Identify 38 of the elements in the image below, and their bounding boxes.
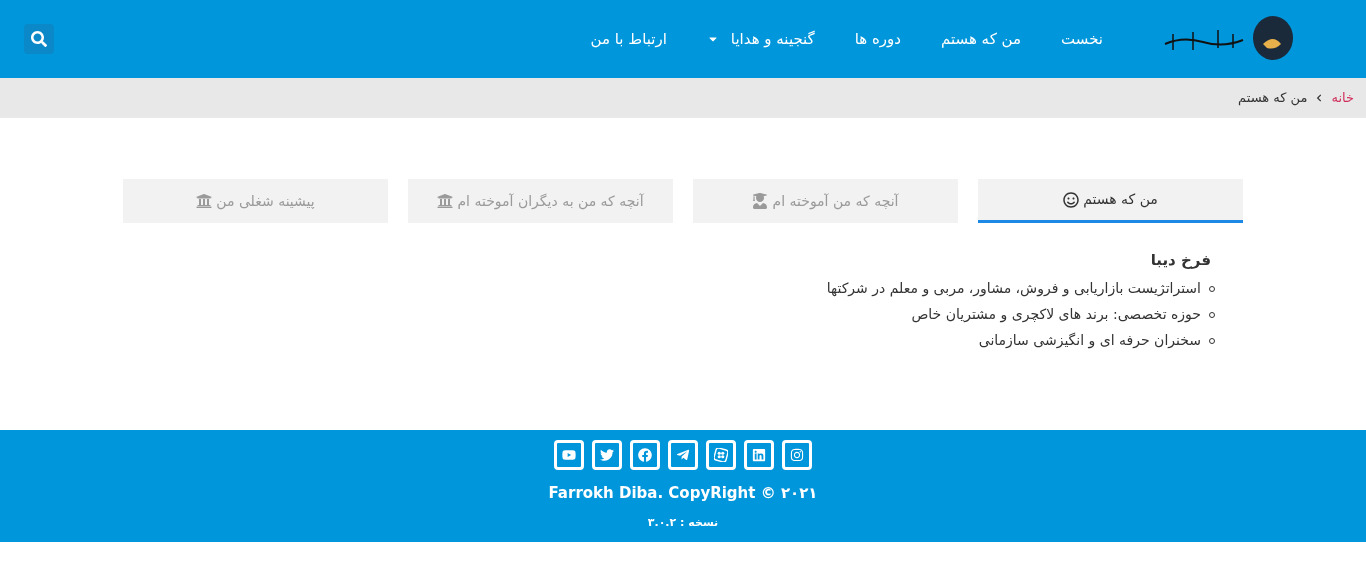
- nav-link[interactable]: من که هستم: [941, 27, 1022, 51]
- facebook-icon: [638, 448, 652, 462]
- tab[interactable]: آنچه که من آموخته ام: [693, 179, 958, 223]
- instagram-icon: [790, 448, 804, 462]
- social-link[interactable]: [668, 440, 698, 470]
- twitter-icon: [600, 448, 614, 462]
- social-link[interactable]: [554, 440, 584, 470]
- copyright-text: Farrokh Diba. CopyRight © ۲۰۲۱: [548, 483, 818, 504]
- breadcrumb-link[interactable]: خانه: [1331, 88, 1354, 108]
- breadcrumb-current: من که هستم: [1238, 89, 1308, 108]
- telegram-icon: [676, 448, 690, 462]
- flower-icon: [714, 448, 728, 462]
- tab[interactable]: آنچه که من به دیگران آموخته ام: [408, 179, 673, 223]
- youtube-icon: [562, 448, 576, 462]
- linkedin-icon: [752, 448, 766, 462]
- search-icon: [31, 31, 47, 47]
- nav-link[interactable]: ارتباط با من: [590, 27, 667, 51]
- social-link[interactable]: [744, 440, 774, 470]
- tab[interactable]: من که هستم: [978, 179, 1243, 223]
- social-link[interactable]: [592, 440, 622, 470]
- chevron-icon: [1315, 94, 1324, 102]
- version-text: نسخه : ۳.۰.۲: [647, 514, 719, 531]
- search-button[interactable]: [24, 24, 54, 54]
- building-icon: [196, 193, 213, 209]
- building-icon: [437, 193, 454, 209]
- social-link[interactable]: [706, 440, 736, 470]
- list-item: حوزه تخصصی: برند های لاکچری و مشتریان خاص: [911, 305, 1201, 325]
- nav-link[interactable]: نخست: [1061, 27, 1103, 51]
- smiley-icon: [1063, 191, 1080, 208]
- social-link[interactable]: [782, 440, 812, 470]
- list-item: استراتژیست بازاریابی و فروش، مشاور، مربی و معلم در شرکتها: [826, 279, 1201, 299]
- nav-link[interactable]: گنجینه و هدایا: [706, 27, 815, 51]
- graduate-icon: [752, 193, 769, 209]
- content-heading: فرخ دیبا: [1149, 250, 1211, 271]
- tab[interactable]: پیشینه شغلی من: [123, 179, 388, 223]
- list-item: سخنران حرفه ای و انگیزشی سازمانی: [978, 331, 1201, 351]
- nav-link[interactable]: دوره ها: [854, 27, 902, 51]
- social-link[interactable]: [630, 440, 660, 470]
